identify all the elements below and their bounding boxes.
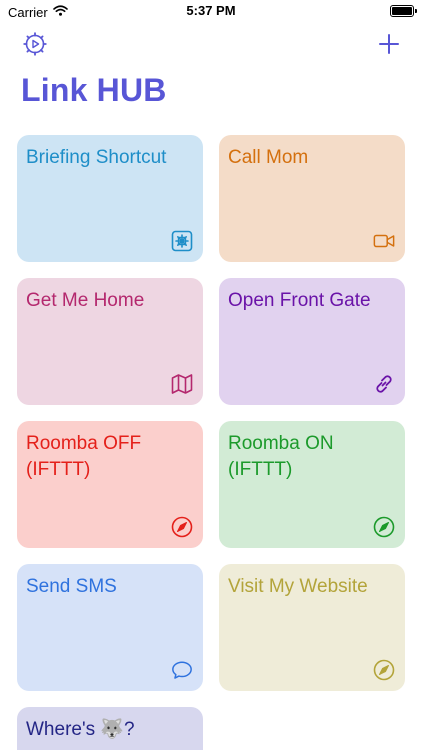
gear-icon xyxy=(23,32,47,56)
card-label: Open Front Gate xyxy=(228,290,371,311)
card-label: Send SMS xyxy=(26,576,117,597)
map-icon xyxy=(171,373,193,395)
link-icon xyxy=(373,373,395,395)
link-card-wheres-wolf[interactable]: Where's 🐺? xyxy=(17,707,203,750)
link-card-open-front-gate[interactable]: Open Front Gate xyxy=(219,278,405,405)
shortcuts-icon xyxy=(171,230,193,252)
card-label: Roomba ON (IFTTT) xyxy=(228,433,334,480)
link-card-call-mom[interactable]: Call Mom xyxy=(219,135,405,262)
compass-icon xyxy=(373,516,395,538)
status-time: 5:37 PM xyxy=(186,3,236,18)
message-bubble-icon xyxy=(171,659,193,681)
plus-icon xyxy=(379,34,399,54)
page-title: Link HUB xyxy=(21,72,167,108)
card-label: Visit My Website xyxy=(228,576,368,597)
battery-icon xyxy=(390,5,417,17)
add-link-button[interactable] xyxy=(375,30,403,58)
link-card-send-sms[interactable]: Send SMS xyxy=(17,564,203,691)
link-card-get-me-home[interactable]: Get Me Home xyxy=(17,278,203,405)
settings-button[interactable] xyxy=(21,30,49,58)
card-label: Where's 🐺? xyxy=(26,719,135,740)
link-card-roomba-off[interactable]: Roomba OFF (IFTTT) xyxy=(17,421,203,548)
link-grid: Briefing Shortcut Call Mom Get Me Home O… xyxy=(17,135,405,750)
video-camera-icon xyxy=(373,230,395,252)
link-card-roomba-on[interactable]: Roomba ON (IFTTT) xyxy=(219,421,405,548)
card-label: Call Mom xyxy=(228,147,309,168)
compass-icon xyxy=(373,659,395,681)
card-label: Briefing Shortcut xyxy=(26,147,167,168)
card-label: Get Me Home xyxy=(26,290,145,311)
compass-icon xyxy=(171,516,193,538)
status-bar: Carrier 5:37 PM xyxy=(0,0,422,24)
card-label: Roomba OFF (IFTTT) xyxy=(26,433,142,480)
link-card-visit-my-website[interactable]: Visit My Website xyxy=(219,564,405,691)
link-card-briefing-shortcut[interactable]: Briefing Shortcut xyxy=(17,135,203,262)
